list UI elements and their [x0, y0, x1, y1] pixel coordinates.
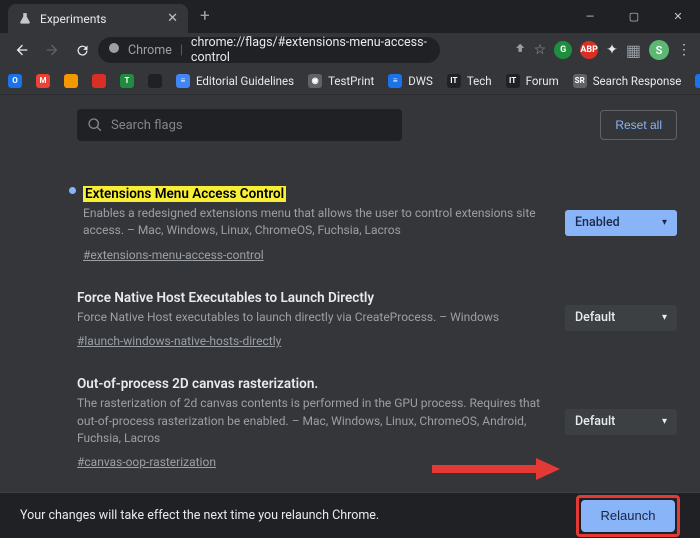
omnibox-scheme: Chrome — [128, 43, 172, 58]
flask-icon — [18, 12, 32, 26]
flag-info: Force Native Host Executables to Launch … — [77, 287, 547, 349]
flag-description: Enables a redesigned extensions menu tha… — [83, 205, 547, 240]
flag-control: Default ▾ — [565, 373, 677, 470]
bookmark-favicon: ≡ — [388, 74, 402, 88]
back-button[interactable] — [8, 36, 36, 64]
bookmark-favicon: ● — [695, 74, 700, 88]
kebab-menu-icon[interactable]: ⋮ — [677, 42, 692, 58]
bookmark-favicon: SR — [573, 74, 587, 88]
flag-control: Default ▾ — [565, 287, 677, 349]
bookmark-item[interactable]: IT Tech — [447, 74, 492, 88]
bookmark-favicon — [92, 74, 106, 88]
bookmark-favicon: M — [36, 74, 50, 88]
bookmark-favicon: ◉ — [308, 74, 322, 88]
bookmark-favicon: IT — [506, 74, 520, 88]
bookmark-item[interactable]: ≡ DWS — [388, 74, 433, 88]
window-controls: — ▢ ✕ — [568, 0, 700, 33]
chrome-icon — [108, 42, 120, 58]
bookmark-item[interactable]: ◉ TestPrint — [308, 74, 374, 88]
flag-state-value: Enabled — [575, 215, 620, 230]
bookmark-item[interactable]: ≡ Editorial Guidelines — [176, 74, 294, 88]
overflow-extension-icon[interactable]: ▦ — [626, 41, 641, 60]
flag-anchor-link[interactable]: #launch-windows-native-hosts-directly — [77, 334, 281, 348]
bookmark-label: Editorial Guidelines — [196, 74, 294, 88]
reset-all-button[interactable]: Reset all — [600, 110, 677, 140]
new-tab-button[interactable]: + — [200, 6, 210, 26]
flag-row: Skia GraphiteEnable Skia Graphite. This … — [77, 484, 677, 492]
flag-state-select[interactable]: Default ▾ — [565, 305, 677, 331]
bookmark-item[interactable]: T — [120, 74, 134, 88]
close-window-icon[interactable]: ✕ — [656, 0, 700, 33]
bookmark-item[interactable] — [148, 74, 162, 88]
omnibox-url: chrome://flags/#extensions-menu-access-c… — [191, 35, 430, 65]
omnibox-sep: | — [180, 43, 183, 58]
maximize-icon[interactable]: ▢ — [612, 0, 656, 33]
flag-title: Out-of-process 2D canvas rasterization. — [77, 376, 318, 392]
bookmark-favicon — [148, 74, 162, 88]
bookmark-item[interactable]: O — [8, 74, 22, 88]
search-input[interactable]: Search flags — [77, 109, 402, 141]
bookmark-item[interactable]: ●AA — [695, 74, 700, 88]
bookmark-favicon — [64, 74, 78, 88]
flag-row: Force Native Host Executables to Launch … — [77, 277, 677, 363]
bookmark-label: TestPrint — [328, 74, 374, 88]
flag-title: Extensions Menu Access Control — [83, 186, 286, 202]
flag-state-select[interactable]: Default ▾ — [565, 409, 677, 435]
flag-info: Out-of-process 2D canvas rasterization. T… — [77, 373, 547, 470]
window-titlebar: Experiments ✕ + — ▢ ✕ — [0, 0, 700, 33]
flag-anchor-link[interactable]: #extensions-menu-access-control — [83, 248, 264, 262]
bookmark-item[interactable] — [64, 74, 78, 88]
flag-control: Enabled ▾ — [565, 183, 677, 263]
chevron-down-icon: ▾ — [662, 217, 667, 228]
flag-description: Force Native Host executables to launch … — [77, 309, 547, 326]
bookmark-star-icon[interactable]: ☆ — [534, 42, 547, 58]
search-placeholder: Search flags — [111, 118, 183, 133]
flag-state-value: Default — [575, 310, 615, 325]
extension-icon[interactable]: ABP — [580, 41, 598, 59]
bookmark-label: Forum — [526, 74, 559, 88]
flag-state-value: Default — [575, 414, 615, 429]
flag-info: Extensions Menu Access Control Enables a … — [83, 183, 547, 263]
flag-title: Force Native Host Executables to Launch … — [77, 290, 374, 306]
bookmark-label: DWS — [408, 74, 433, 88]
flag-row: Extensions Menu Access Control Enables a … — [77, 173, 677, 277]
bookmark-favicon: T — [120, 74, 134, 88]
bookmark-favicon: O — [8, 74, 22, 88]
chevron-down-icon: ▾ — [662, 416, 667, 427]
bookmarks-bar: OM T ≡ Editorial Guidelines ◉ TestPrint ≡ DWS IT… — [0, 67, 700, 95]
chevron-down-icon: ▾ — [662, 312, 667, 323]
reload-button[interactable] — [68, 36, 96, 64]
bookmark-item[interactable]: M — [36, 74, 50, 88]
tab-title: Experiments — [40, 12, 107, 26]
minimize-icon[interactable]: — — [568, 0, 612, 33]
browser-tab[interactable]: Experiments ✕ — [8, 4, 188, 33]
bookmark-favicon: ≡ — [176, 74, 190, 88]
relaunch-message: Your changes will take effect the next t… — [20, 508, 379, 523]
bookmark-item[interactable]: SR Search Response — [573, 74, 682, 88]
bookmark-favicon: IT — [447, 74, 461, 88]
bookmark-label: Tech — [467, 74, 492, 88]
bookmark-label: Search Response — [593, 74, 682, 88]
extensions-menu-icon[interactable]: ✦ — [606, 42, 618, 58]
profile-avatar[interactable]: S — [649, 40, 669, 60]
extension-icon[interactable]: G — [554, 41, 572, 59]
flag-row: Out-of-process 2D canvas rasterization. T… — [77, 363, 677, 484]
share-icon[interactable] — [512, 41, 526, 60]
flag-state-select[interactable]: Enabled ▾ — [565, 210, 677, 236]
bookmark-item[interactable] — [92, 74, 106, 88]
modified-dot-icon — [69, 187, 76, 194]
flag-anchor-link[interactable]: #canvas-oop-rasterization — [77, 455, 216, 469]
flag-description: The rasterization of 2d canvas contents … — [77, 395, 547, 447]
bookmark-item[interactable]: IT Forum — [506, 74, 559, 88]
forward-button[interactable] — [38, 36, 66, 64]
nav-toolbar: Chrome | chrome://flags/#extensions-menu… — [0, 33, 700, 67]
search-icon — [87, 117, 103, 133]
flags-page: Search flags Reset all Extensions Menu A… — [0, 95, 700, 492]
omnibox[interactable]: Chrome | chrome://flags/#extensions-menu… — [98, 37, 440, 63]
relaunch-button[interactable]: Relaunch — [581, 500, 675, 532]
close-icon[interactable]: ✕ — [167, 11, 178, 26]
relaunch-highlight: Relaunch — [576, 495, 680, 537]
relaunch-bar: Your changes will take effect the next t… — [0, 492, 700, 538]
